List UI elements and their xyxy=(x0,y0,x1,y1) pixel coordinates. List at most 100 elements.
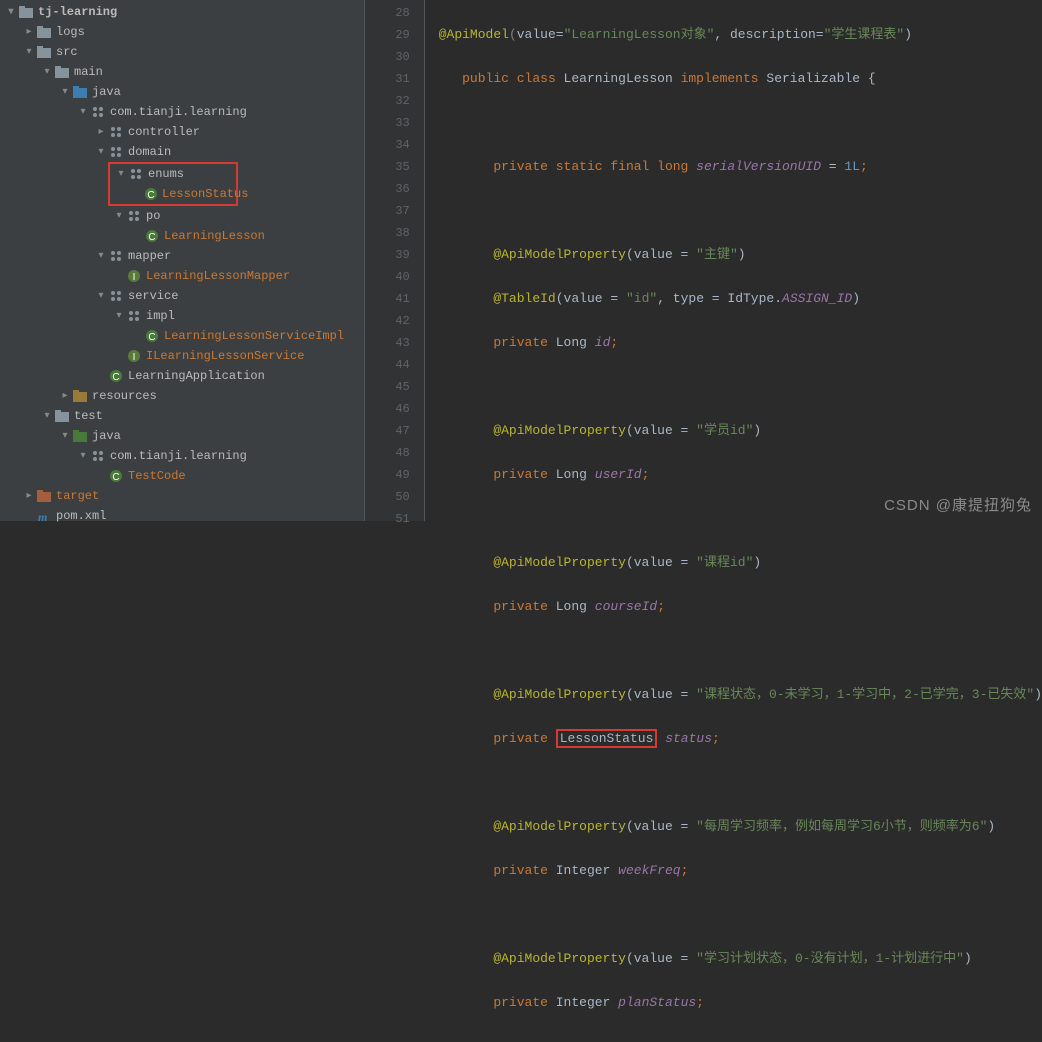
tree-label: LearningLesson xyxy=(164,229,265,243)
code-line[interactable]: @ApiModelProperty(value = "学习计划状态，0-没有计划… xyxy=(425,948,1042,970)
code-line[interactable] xyxy=(425,200,1042,222)
keyword: private xyxy=(493,599,555,614)
code-line[interactable]: @ApiModelProperty(value = "每周学习频率，例如每周学习… xyxy=(425,816,1042,838)
chevron-down-icon[interactable]: ▾ xyxy=(94,250,108,262)
tree-node-package[interactable]: ▾ com.tianji.learning xyxy=(0,102,364,122)
code-line[interactable]: @ApiModelProperty(value = "学员id") xyxy=(425,420,1042,442)
code-line[interactable] xyxy=(425,1036,1042,1042)
annotation: @ApiModelProperty xyxy=(493,555,626,570)
code-line[interactable]: private LessonStatus status; xyxy=(425,728,1042,750)
tree-node-service[interactable]: ▾ service xyxy=(0,286,364,306)
tree-node-test-java[interactable]: ▾ java xyxy=(0,426,364,446)
code-line[interactable]: @ApiModelProperty(value = "课程状态，0-未学习，1-… xyxy=(425,684,1042,706)
chevron-down-icon[interactable]: ▾ xyxy=(58,86,72,98)
code-line[interactable]: @ApiModelProperty(value = "课程id") xyxy=(425,552,1042,574)
code-line[interactable]: private Integer planStatus; xyxy=(425,992,1042,1014)
chevron-down-icon[interactable]: ▾ xyxy=(94,146,108,158)
code-line[interactable]: private Long id; xyxy=(425,332,1042,354)
tree-node-src[interactable]: ▾ src xyxy=(0,42,364,62)
chevron-down-icon[interactable]: ▾ xyxy=(22,46,36,58)
tree-node-pom[interactable]: m pom.xml xyxy=(0,506,364,526)
code-line[interactable] xyxy=(425,376,1042,398)
code-line[interactable]: private Integer weekFreq; xyxy=(425,860,1042,882)
code-text: , type = IdType. xyxy=(657,291,782,306)
code-line[interactable] xyxy=(425,112,1042,134)
tree-node-logs[interactable]: ▸ logs xyxy=(0,22,364,42)
keyword: implements xyxy=(681,71,767,86)
line-number: 50 xyxy=(365,486,424,508)
chevron-right-icon[interactable]: ▸ xyxy=(94,126,108,138)
code-line[interactable]: private Long userId; xyxy=(425,464,1042,486)
package-icon xyxy=(128,166,144,182)
keyword: private static final long xyxy=(493,159,696,174)
line-gutter: 2829303132333435363738394041424344454647… xyxy=(365,0,425,521)
chevron-right-icon[interactable]: ▸ xyxy=(22,490,36,502)
tree-node-java[interactable]: ▾ java xyxy=(0,82,364,102)
chevron-right-icon[interactable]: ▸ xyxy=(58,390,72,402)
package-icon xyxy=(126,308,142,324)
code-editor[interactable]: @ApiModel(value="LearningLesson对象", desc… xyxy=(425,0,1042,521)
code-text: LearningLesson xyxy=(564,71,681,86)
code-line[interactable]: private static final long serialVersionU… xyxy=(425,156,1042,178)
tree-node-controller[interactable]: ▸ controller xyxy=(0,122,364,142)
tree-node-ll-service-impl[interactable]: C LearningLessonServiceImpl xyxy=(0,326,364,346)
tree-node-ll-mapper[interactable]: I LearningLessonMapper xyxy=(0,266,364,286)
test-folder-icon xyxy=(72,428,88,444)
string-literal: "课程id" xyxy=(696,555,753,570)
chevron-down-icon[interactable]: ▾ xyxy=(76,106,90,118)
tree-node-domain[interactable]: ▾ domain xyxy=(0,142,364,162)
chevron-down-icon[interactable]: ▾ xyxy=(112,310,126,322)
tree-node-root[interactable]: ▾ tj-learning xyxy=(0,2,364,22)
svg-text:m: m xyxy=(38,510,47,523)
project-tree[interactable]: ▾ tj-learning ▸ logs ▾ src ▾ main ▾ java… xyxy=(0,0,365,521)
string-literal: "学习计划状态，0-没有计划，1-计划进行中" xyxy=(696,951,964,966)
chevron-down-icon[interactable]: ▾ xyxy=(4,6,18,18)
tree-node-test[interactable]: ▾ test xyxy=(0,406,364,426)
tree-node-enums[interactable]: ▾ enums xyxy=(110,164,236,184)
tree-node-test-code[interactable]: C TestCode xyxy=(0,466,364,486)
chevron-down-icon[interactable]: ▾ xyxy=(76,450,90,462)
field: userId xyxy=(595,467,642,482)
highlight-enums: ▾ enums C LessonStatus xyxy=(108,162,238,206)
tree-node-mapper[interactable]: ▾ mapper xyxy=(0,246,364,266)
folder-icon xyxy=(54,64,70,80)
chevron-down-icon[interactable]: ▾ xyxy=(114,168,128,180)
maven-icon: m xyxy=(36,508,52,524)
string-literal: "主键" xyxy=(696,247,738,262)
field: status xyxy=(665,731,712,746)
annotation: @ApiModelProperty xyxy=(493,687,626,702)
chevron-right-icon[interactable]: ▸ xyxy=(22,26,36,38)
chevron-down-icon[interactable]: ▾ xyxy=(58,430,72,442)
line-number: 30 xyxy=(365,46,424,68)
annotation: @ApiModelProperty xyxy=(493,951,626,966)
tree-node-po[interactable]: ▾ po xyxy=(0,206,364,226)
code-line[interactable] xyxy=(425,640,1042,662)
code-line[interactable]: public class LearningLesson implements S… xyxy=(425,68,1042,90)
chevron-down-icon[interactable]: ▾ xyxy=(40,66,54,78)
code-line[interactable]: private Long courseId; xyxy=(425,596,1042,618)
code-line[interactable]: @ApiModelProperty(value = "主键") xyxy=(425,244,1042,266)
tree-node-learning-lesson[interactable]: C LearningLesson xyxy=(0,226,364,246)
line-number: 40 xyxy=(365,266,424,288)
tree-label: LearningLessonMapper xyxy=(146,269,290,283)
tree-node-test-package[interactable]: ▾ com.tianji.learning xyxy=(0,446,364,466)
chevron-down-icon[interactable]: ▾ xyxy=(112,210,126,222)
code-line[interactable]: @ApiModel(value="LearningLesson对象", desc… xyxy=(425,24,1042,46)
code-line[interactable]: @TableId(value = "id", type = IdType.ASS… xyxy=(425,288,1042,310)
tree-node-resources[interactable]: ▸ resources xyxy=(0,386,364,406)
tree-node-main[interactable]: ▾ main xyxy=(0,62,364,82)
tree-node-app[interactable]: C LearningApplication xyxy=(0,366,364,386)
code-line[interactable] xyxy=(425,772,1042,794)
tree-node-ill-service[interactable]: I ILearningLessonService xyxy=(0,346,364,366)
svg-text:I: I xyxy=(133,272,136,283)
chevron-down-icon[interactable]: ▾ xyxy=(94,290,108,302)
chevron-down-icon[interactable]: ▾ xyxy=(40,410,54,422)
folder-icon xyxy=(36,44,52,60)
tree-node-lesson-status[interactable]: C LessonStatus xyxy=(110,184,236,204)
tree-node-impl[interactable]: ▾ impl xyxy=(0,306,364,326)
string-literal: "id" xyxy=(626,291,657,306)
tree-label: service xyxy=(128,289,178,303)
class-icon: C xyxy=(108,468,124,484)
code-line[interactable] xyxy=(425,904,1042,926)
tree-node-target[interactable]: ▸ target xyxy=(0,486,364,506)
